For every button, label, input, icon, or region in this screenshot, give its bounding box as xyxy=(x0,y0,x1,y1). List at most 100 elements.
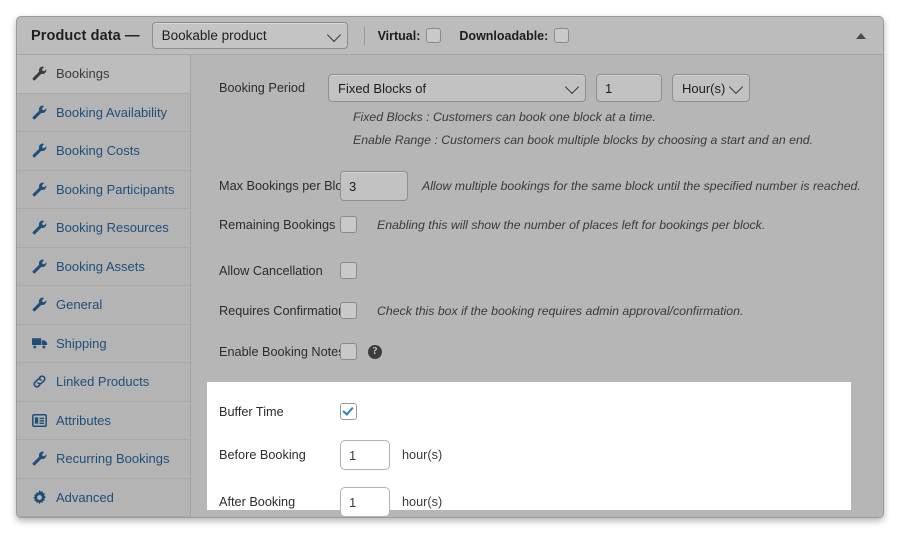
requires-confirmation-hint: Check this box if the booking requires a… xyxy=(377,303,744,318)
sidebar-item-linked-products[interactable]: Linked Products xyxy=(17,363,190,402)
wrench-icon xyxy=(31,104,48,121)
row-allow-cancellation: Allow Cancellation xyxy=(192,262,357,279)
sidebar-item-booking-resources[interactable]: Booking Resources xyxy=(17,209,190,248)
row-enable-booking-notes: Enable Booking Notes ? xyxy=(192,343,382,360)
row-after-booking: After Booking 1 hour(s) xyxy=(192,487,442,517)
help-circle-icon[interactable]: ? xyxy=(368,344,382,359)
downloadable-checkbox[interactable] xyxy=(554,28,570,43)
product-data-tabs: Bookings Booking Availability Booking Cost… xyxy=(17,55,191,517)
row-remaining-bookings: Remaining Bookings Enabling this will sh… xyxy=(192,216,765,233)
sidebar-item-general[interactable]: General xyxy=(17,286,190,325)
after-booking-suffix: hour(s) xyxy=(402,495,443,509)
before-booking-input[interactable]: 1 xyxy=(340,440,390,470)
sidebar-item-recurring-bookings[interactable]: Recurring Bookings xyxy=(17,440,190,479)
sidebar-item-label: Booking Costs xyxy=(56,143,140,159)
product-type-value: Bookable product xyxy=(161,28,267,43)
booking-period-hint-fixed: Fixed Blocks : Customers can book one bl… xyxy=(353,110,656,124)
booking-period-count-value: 1 xyxy=(605,80,613,96)
page-title: Product data — xyxy=(31,27,140,44)
wrench-icon xyxy=(31,65,48,82)
remaining-bookings-label: Remaining Bookings xyxy=(219,217,336,232)
virtual-label: Virtual: xyxy=(377,28,421,43)
booking-period-count-input[interactable]: 1 xyxy=(596,74,662,102)
before-booking-label: Before Booking xyxy=(219,448,306,462)
row-requires-confirmation: Requires Confirmation Check this box if … xyxy=(192,302,743,319)
sidebar-item-booking-availability[interactable]: Booking Availability xyxy=(17,94,190,132)
downloadable-checkbox-group[interactable]: Downloadable: xyxy=(459,28,570,43)
product-data-body: Bookings Booking Availability Booking Cost… xyxy=(17,55,883,517)
collapse-panel-button[interactable] xyxy=(851,26,871,46)
sidebar-item-label: Booking Assets xyxy=(56,258,145,274)
booking-period-mode-select[interactable]: Fixed Blocks of xyxy=(328,74,586,102)
after-booking-input[interactable]: 1 xyxy=(340,487,390,517)
sidebar-item-label: Advanced xyxy=(56,489,114,505)
buffer-time-checkbox[interactable] xyxy=(340,403,357,420)
sidebar-item-label: Bookings xyxy=(56,66,110,82)
requires-confirmation-checkbox[interactable] xyxy=(340,302,357,319)
link-icon xyxy=(31,373,48,390)
bookings-panel-content: Booking Period Fixed Blocks of 1 Hour(s)… xyxy=(192,55,883,517)
sidebar-item-label: Shipping xyxy=(56,335,107,351)
sidebar-item-label: Linked Products xyxy=(56,374,150,390)
sidebar-item-shipping[interactable]: Shipping xyxy=(17,325,190,363)
wrench-icon xyxy=(31,181,48,198)
after-booking-label: After Booking xyxy=(219,495,296,509)
max-bookings-value: 3 xyxy=(349,178,357,194)
enable-booking-notes-controls: ? xyxy=(328,343,382,360)
sidebar-item-bookings[interactable]: Bookings xyxy=(17,55,190,94)
sidebar-item-booking-costs[interactable]: Booking Costs xyxy=(17,132,190,171)
after-booking-value: 1 xyxy=(349,494,357,510)
gear-icon xyxy=(31,489,48,506)
product-type-select[interactable]: Bookable product xyxy=(151,22,348,49)
buffer-time-controls xyxy=(328,403,357,420)
wrench-icon xyxy=(31,258,48,275)
chevron-down-icon xyxy=(326,27,341,42)
booking-period-mode-value: Fixed Blocks of xyxy=(338,80,427,96)
truck-icon xyxy=(31,335,48,352)
row-max-bookings: Max Bookings per Block 3 Allow multiple … xyxy=(192,171,861,201)
remaining-bookings-controls: Enabling this will show the number of pl… xyxy=(328,216,765,233)
booking-period-unit-value: Hour(s) xyxy=(682,80,726,96)
sidebar-item-attributes[interactable]: Attributes xyxy=(17,402,190,440)
sidebar-item-advanced[interactable]: Advanced xyxy=(17,479,190,517)
sidebar-item-label: Booking Availability xyxy=(56,104,168,120)
header-divider xyxy=(363,25,365,46)
sidebar-item-label: Attributes xyxy=(56,412,111,428)
chevron-down-icon xyxy=(564,79,580,95)
virtual-checkbox-group[interactable]: Virtual: xyxy=(378,28,442,43)
screenshot-root: Product data — Bookable product Virtual:… xyxy=(0,0,900,541)
allow-cancellation-checkbox[interactable] xyxy=(340,262,357,279)
booking-period-label: Booking Period xyxy=(219,81,306,95)
requires-confirmation-controls: Check this box if the booking requires a… xyxy=(328,302,743,319)
remaining-bookings-checkbox[interactable] xyxy=(340,216,357,233)
before-booking-suffix: hour(s) xyxy=(402,448,443,462)
remaining-bookings-hint: Enabling this will show the number of pl… xyxy=(377,217,766,232)
max-bookings-input[interactable]: 3 xyxy=(340,171,408,201)
virtual-checkbox[interactable] xyxy=(426,28,442,43)
booking-period-controls: Fixed Blocks of 1 Hour(s) xyxy=(328,74,750,102)
booking-period-unit-select[interactable]: Hour(s) xyxy=(672,74,750,102)
sidebar-item-label: General xyxy=(56,297,103,313)
sidebar-item-label: Recurring Bookings xyxy=(56,451,170,467)
max-bookings-hint: Allow multiple bookings for the same blo… xyxy=(422,179,861,193)
downloadable-label: Downloadable: xyxy=(459,28,549,43)
sidebar-item-label: Booking Participants xyxy=(56,181,175,197)
wrench-icon xyxy=(31,142,48,159)
sidebar-item-booking-assets[interactable]: Booking Assets xyxy=(17,248,190,286)
allow-cancellation-controls xyxy=(328,262,357,279)
before-booking-value: 1 xyxy=(349,447,357,463)
requires-confirmation-label: Requires Confirmation xyxy=(219,303,346,318)
wrench-icon xyxy=(31,296,48,313)
triangle-up-icon xyxy=(856,32,866,39)
enable-booking-notes-checkbox[interactable] xyxy=(340,343,357,360)
before-booking-controls: 1 hour(s) xyxy=(328,440,442,470)
attributes-icon xyxy=(31,412,48,429)
wrench-icon xyxy=(31,450,48,467)
max-bookings-label: Max Bookings per Block xyxy=(219,179,356,193)
row-buffer-time: Buffer Time xyxy=(192,403,357,420)
booking-period-hint-range: Enable Range : Customers can book multip… xyxy=(353,133,814,147)
buffer-time-label: Buffer Time xyxy=(219,404,284,419)
wrench-icon xyxy=(31,219,48,236)
max-bookings-controls: 3 Allow multiple bookings for the same b… xyxy=(328,171,861,201)
sidebar-item-booking-participants[interactable]: Booking Participants xyxy=(17,171,190,209)
